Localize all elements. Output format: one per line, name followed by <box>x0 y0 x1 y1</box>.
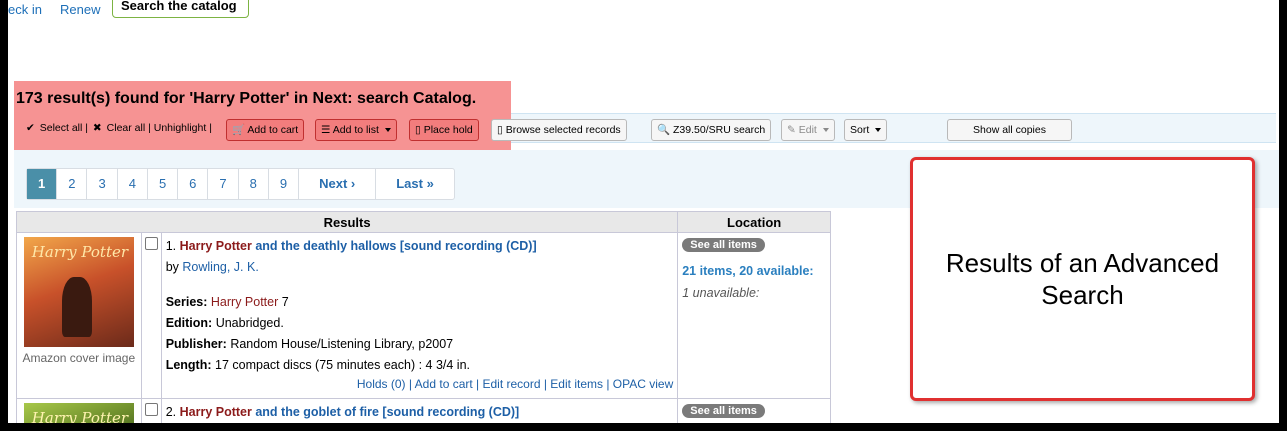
x-icon: ✖ <box>92 122 102 134</box>
search-catalog-tab[interactable]: Search the catalog <box>112 0 249 18</box>
record-actions[interactable]: Holds (0) | Add to cart | Edit record | … <box>357 374 673 395</box>
selection-links: ✔ Select all | ✖ Clear all | Unhighlight… <box>26 122 212 134</box>
z3950-label: Z39.50/SRU search <box>673 124 766 136</box>
series-number: 7 <box>281 295 289 309</box>
cover-art-text: Harry Potter <box>31 409 129 423</box>
cover-cell: Harry Potter <box>16 398 142 423</box>
edit-label: Edit <box>798 124 817 136</box>
place-hold-label: Place hold <box>423 124 473 136</box>
record-info: 2. Harry Potter and the goblet of fire [… <box>160 398 679 423</box>
add-to-list-button[interactable]: ☰ Add to list <box>315 119 397 141</box>
title-rest: and the deathly hallows [sound recording… <box>251 239 537 253</box>
annotation-callout: Results of an Advanced Search <box>910 157 1255 401</box>
publisher-value: Random House/Listening Library, p2007 <box>230 337 454 351</box>
sort-dropdown[interactable]: Sort <box>844 119 888 141</box>
cover-caption: Amazon cover image <box>22 351 136 365</box>
page-1[interactable]: 1 <box>27 169 58 199</box>
availability-link[interactable]: 21 items, 20 available: <box>682 264 826 278</box>
z3950-search-button[interactable]: 🔍 Z39.50/SRU search <box>651 119 772 141</box>
record-info: 1. Harry Potter and the deathly hallows … <box>160 232 679 399</box>
result-number: 2. <box>165 405 177 419</box>
page-2[interactable]: 2 <box>57 169 88 199</box>
series-link[interactable]: Harry Potter <box>211 295 278 309</box>
page-4[interactable]: 4 <box>118 169 148 199</box>
see-all-items-button[interactable]: See all items <box>682 404 765 418</box>
cover-image[interactable]: Harry Potter <box>23 237 134 347</box>
search-icon: 🔍 <box>657 124 671 136</box>
select-checkbox[interactable] <box>144 237 158 250</box>
top-navigation: eck in Renew Search the catalog <box>8 0 1279 22</box>
bookmark-icon: ▯ <box>415 124 421 136</box>
add-to-cart-button[interactable]: 🛒 Add to cart <box>226 119 305 141</box>
publisher-label: Publisher: <box>165 337 227 351</box>
list-icon: ☰ <box>321 124 331 136</box>
unhighlight-link[interactable]: | Unhighlight | <box>148 122 212 134</box>
pagination: 1 2 3 4 5 6 7 8 9 Next › Last » <box>26 168 455 200</box>
edition-value: Unabridged. <box>215 316 284 330</box>
results-column-header: Results <box>15 211 679 233</box>
page-8[interactable]: 8 <box>239 169 269 199</box>
unavailable-text: 1 unavailable: <box>682 286 760 300</box>
select-checkbox[interactable] <box>144 403 158 416</box>
select-all-link[interactable]: Select all <box>40 122 83 134</box>
add-to-list-label: Add to list <box>332 124 379 136</box>
edit-dropdown[interactable]: ✎ Edit <box>781 119 835 141</box>
select-cell <box>140 398 162 423</box>
location-column-header: Location <box>677 211 831 233</box>
sort-label: Sort <box>850 124 870 136</box>
location-cell: See all items 21 items, 20 available: 1 … <box>677 232 831 399</box>
last-page[interactable]: Last » <box>376 169 454 199</box>
cover-cell: Harry Potter Amazon cover image <box>16 232 142 399</box>
table-row: Harry Potter 2. Harry Potter and the gob… <box>16 398 831 423</box>
select-cell <box>140 232 162 399</box>
cover-art-figure <box>61 277 92 337</box>
check-in-link[interactable]: eck in <box>8 2 42 17</box>
see-all-items-button[interactable]: See all items <box>682 238 765 252</box>
table-row: Harry Potter Amazon cover image 1. Harry… <box>16 232 831 399</box>
chevron-down-icon <box>384 128 391 133</box>
browse-selected-button[interactable]: ▯ Browse selected records <box>491 119 627 141</box>
page-6[interactable]: 6 <box>178 169 209 199</box>
check-icon: ✔ <box>26 122 35 134</box>
record-title-link[interactable]: Harry Potter and the deathly hallows [so… <box>180 239 537 253</box>
clear-all-link[interactable]: Clear all <box>107 122 146 134</box>
title-rest: and the goblet of fire [sound recording … <box>251 405 520 419</box>
next-page[interactable]: Next › <box>299 169 377 199</box>
edition-label: Edition: <box>165 316 213 330</box>
page-3[interactable]: 3 <box>87 169 118 199</box>
chevron-down-icon <box>822 128 829 133</box>
separator: | <box>85 122 88 134</box>
cover-image[interactable]: Harry Potter <box>23 403 134 423</box>
length-value: 17 compact discs (75 minutes each) : 4 3… <box>215 358 471 372</box>
length-label: Length: <box>165 358 212 372</box>
chevron-down-icon <box>875 128 882 133</box>
location-cell: See all items <box>677 398 831 423</box>
by-label: by <box>165 260 179 274</box>
renew-link[interactable]: Renew <box>60 2 100 17</box>
bookmark-icon: ▯ <box>497 124 503 136</box>
cover-art-text: Harry Potter <box>31 243 129 261</box>
results-count-heading: 173 result(s) found for 'Harry Potter' i… <box>16 90 477 107</box>
title-highlight: Harry Potter <box>179 405 252 419</box>
page-9[interactable]: 9 <box>269 169 300 199</box>
screenshot-frame: eck in Renew Search the catalog 173 resu… <box>8 0 1279 423</box>
show-all-copies-button[interactable]: Show all copies <box>947 119 1072 141</box>
series-label: Series: <box>165 295 208 309</box>
page-7[interactable]: 7 <box>208 169 239 199</box>
pencil-icon: ✎ <box>787 124 796 136</box>
record-title-link[interactable]: Harry Potter and the goblet of fire [sou… <box>180 405 520 419</box>
browse-selected-label: Browse selected records <box>505 124 621 136</box>
title-highlight: Harry Potter <box>179 239 252 253</box>
author-link[interactable]: Rowling, J. K. <box>182 260 258 274</box>
page-5[interactable]: 5 <box>148 169 179 199</box>
results-table: Results Location Harry Potter Amazon cov… <box>15 211 831 423</box>
add-to-cart-label: Add to cart <box>247 124 299 136</box>
cart-icon: 🛒 <box>232 124 246 136</box>
result-number: 1. <box>165 239 177 253</box>
place-hold-button[interactable]: ▯ Place hold <box>409 119 479 141</box>
